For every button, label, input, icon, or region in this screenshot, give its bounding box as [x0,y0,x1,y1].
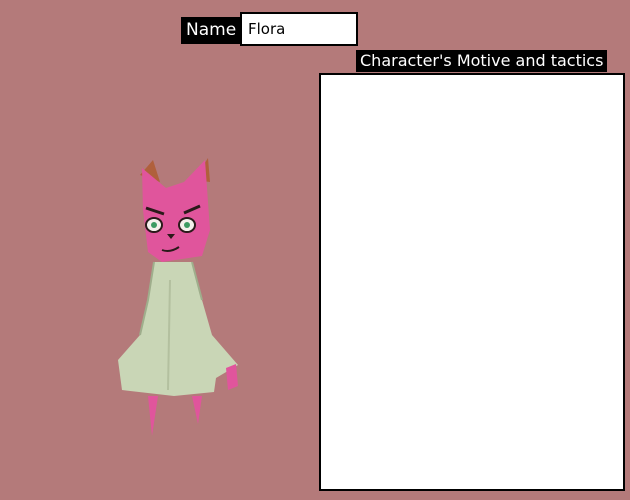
character-figure [118,158,238,436]
motive-label: Character's Motive and tactics [356,50,608,72]
character-dress [118,262,238,396]
motive-textarea[interactable] [319,73,625,491]
character-hand [226,364,238,390]
left-leg [148,396,158,436]
right-leg [192,396,202,424]
name-input[interactable] [240,12,358,46]
name-label: Name [181,17,242,44]
